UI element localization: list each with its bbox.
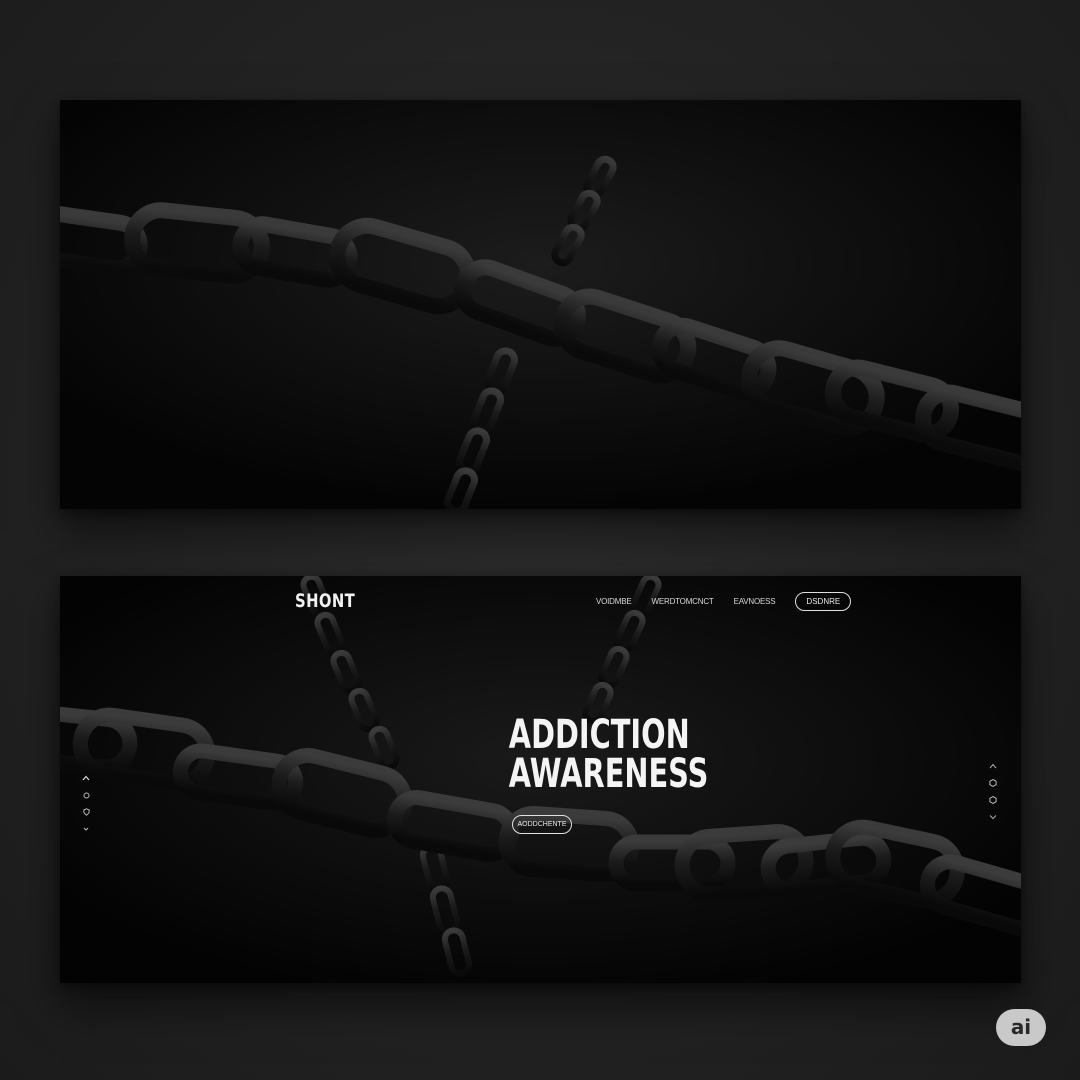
landing-page-mockup: SHONT VOIDMBE WERDTOMCNCT EAVNOESS DSDNR… xyxy=(60,576,1021,983)
ai-badge: ai xyxy=(996,1009,1046,1046)
hexagon-icon[interactable] xyxy=(987,794,999,806)
nav-cta-button[interactable]: DSDNRE xyxy=(795,592,852,611)
top-navigation: VOIDMBE WERDTOMCNCT EAVNOESS DSDNRE xyxy=(596,592,852,611)
hero-title-line-1: ADDICTION xyxy=(508,712,690,758)
hexagon-icon[interactable] xyxy=(987,777,999,789)
slide-navigation-rail xyxy=(987,760,999,828)
chain-artwork xyxy=(60,100,1021,509)
nav-link-1[interactable]: VOIDMBE xyxy=(596,597,632,606)
circle-icon[interactable] xyxy=(80,789,92,801)
chevron-up-icon[interactable] xyxy=(80,772,92,784)
hero-title: ADDICTION AWARENESS xyxy=(464,712,709,797)
hero-image-panel xyxy=(60,100,1021,509)
shield-icon[interactable] xyxy=(80,806,92,818)
hero-title-line-2: AWARENESS xyxy=(508,751,709,797)
chevron-down-icon[interactable] xyxy=(987,811,999,823)
hero-cta-button[interactable]: AODDCHENTE xyxy=(512,815,572,834)
nav-link-3[interactable]: EAVNOESS xyxy=(734,597,776,606)
social-icon-rail xyxy=(80,772,92,840)
chevron-down-icon[interactable] xyxy=(80,823,92,835)
brand-logo[interactable]: SHONT xyxy=(295,590,355,612)
chevron-up-icon[interactable] xyxy=(987,760,999,772)
nav-link-2[interactable]: WERDTOMCNCT xyxy=(652,597,714,606)
